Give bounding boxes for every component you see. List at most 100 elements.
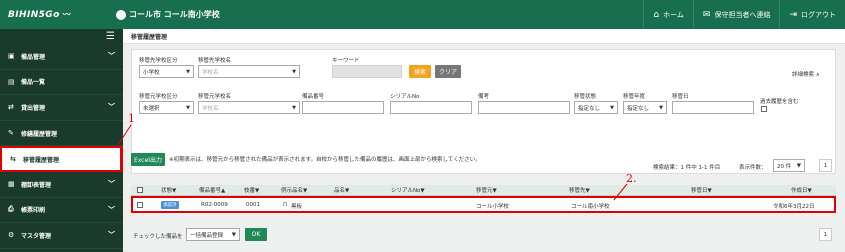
page-1-link-bottom[interactable]: 1 xyxy=(819,228,832,241)
hamburger-icon[interactable]: ☰ xyxy=(106,31,115,42)
logo-wave-icon: 〰 xyxy=(62,10,72,19)
main-content: 移管履歴管理 移管先学校区分 小学校 ▼ 移管先学校名 学校名 ▼ キーワード … xyxy=(123,29,845,252)
clear-button[interactable]: クリア xyxy=(435,65,461,78)
sidebar-item-bihin-ichiran[interactable]: ▤ 備品一覧 xyxy=(0,70,123,96)
sidebar: ☰ ▣ 備品管理 ﹀ ▤ 備品一覧 ⇄ 貸出管理 ﹀ ✎ 修繕履歴管理 ⇆ 移管… xyxy=(0,29,123,252)
brand-logo[interactable]: BIHIN5Go 〰 xyxy=(0,9,116,20)
dest-type-select[interactable]: 小学校 ▼ xyxy=(139,65,194,78)
year-value: 指定なし xyxy=(627,105,650,112)
chevron-down-icon: ﹀ xyxy=(108,205,115,214)
advanced-search-toggle[interactable]: 詳細検索 ∧ xyxy=(792,70,820,78)
year-select[interactable]: 指定なし ▼ xyxy=(623,101,667,114)
sidebar-item-label: 修繕履歴管理 xyxy=(21,130,58,138)
result-count: 検索結果：1 件中 1-1 件目 xyxy=(653,165,721,171)
row-checkbox[interactable] xyxy=(137,202,143,208)
src-type-select[interactable]: 未選択 ▼ xyxy=(139,101,194,114)
src-type-label: 移管元学校区分 xyxy=(139,94,178,100)
select-all-checkbox[interactable] xyxy=(137,187,143,193)
callout-number-1: 1 xyxy=(128,112,135,125)
excel-export-button[interactable]: Excel出力 xyxy=(131,153,165,166)
sidebar-item-tanaoroshi[interactable]: ▦ 棚卸表管理 ﹀ xyxy=(0,172,123,198)
school-emblem-icon xyxy=(116,9,126,20)
school-name: コール市 コール南小学校 xyxy=(116,9,220,20)
keyword-input[interactable] xyxy=(332,65,402,78)
sidebar-toggle[interactable]: ☰ xyxy=(0,29,123,44)
bulk-action-value: 一括備品登録 xyxy=(190,232,224,239)
status-label: 移管状態 xyxy=(574,94,597,100)
col-created[interactable]: 作成日▼ xyxy=(791,186,812,194)
date-label: 移管日 xyxy=(672,94,689,100)
caret-down-icon: ▼ xyxy=(796,162,801,169)
cell-branch: 0001 xyxy=(246,202,260,208)
include-past-label: 過去履歴を含む xyxy=(760,99,799,105)
sidebar-item-label: マスタ管理 xyxy=(21,232,52,240)
cell-created: 令和6年3月22日 xyxy=(773,204,815,210)
dest-type-value: 小学校 xyxy=(143,69,160,76)
col-transfer-date[interactable]: 移管日▼ xyxy=(691,186,712,194)
include-past-checkbox[interactable] xyxy=(761,106,767,112)
checked-items-label: チェックした備品を xyxy=(133,234,183,240)
chevron-down-icon: ﹀ xyxy=(108,52,115,61)
note-input[interactable] xyxy=(478,101,570,114)
cell-item-no: R02-0009 xyxy=(201,202,228,208)
per-page-select[interactable]: 20 件 ▼ xyxy=(773,159,805,172)
col-item-no[interactable]: 備品番号▲ xyxy=(199,186,225,194)
src-school-select[interactable]: 学校名 ▼ xyxy=(198,101,300,114)
keyword-label: キーワード xyxy=(332,58,360,64)
table-header: 状態▼ 備品番号▲ 枝番▼ 例示品名▼ 品名▼ シリアルNo▼ 移管元▼ 移管先… xyxy=(131,185,836,196)
col-example-name[interactable]: 例示品名▼ xyxy=(281,186,307,194)
dest-school-select[interactable]: 学校名 ▼ xyxy=(198,65,300,78)
sidebar-item-chouhyou[interactable]: ⎙ 帳票印刷 ﹀ xyxy=(0,198,123,224)
sidebar-item-bihin-kanri[interactable]: ▣ 備品管理 ﹀ xyxy=(0,44,123,70)
logout-label: ログアウト xyxy=(801,10,836,19)
col-name[interactable]: 品名▼ xyxy=(334,186,349,194)
dest-school-label: 移管先学校名 xyxy=(198,58,232,64)
col-serial[interactable]: シリアルNo▼ xyxy=(391,186,425,194)
caret-down-icon: ▼ xyxy=(231,231,236,238)
search-button[interactable]: 検索 xyxy=(409,65,431,78)
sidebar-item-master[interactable]: ⚙ マスタ管理 ﹀ xyxy=(0,223,123,249)
home-icon: ⌂ xyxy=(653,9,660,20)
page-title-bar: 移管履歴管理 xyxy=(123,29,845,44)
col-dest[interactable]: 移管先▼ xyxy=(569,186,590,194)
page-1-link[interactable]: 1 xyxy=(819,159,832,172)
logout-button[interactable]: ⇥ ログアウト xyxy=(779,0,845,29)
ok-button[interactable]: OK xyxy=(245,228,267,241)
status-select[interactable]: 指定なし ▼ xyxy=(574,101,618,114)
caret-down-icon: ▼ xyxy=(610,104,614,111)
col-status[interactable]: 状態▼ xyxy=(161,186,176,194)
serial-input[interactable] xyxy=(390,101,472,114)
src-type-value: 未選択 xyxy=(143,105,160,112)
sidebar-item-kashidashi[interactable]: ⇄ 貸出管理 ﹀ xyxy=(0,95,123,121)
sidebar-item-ikan[interactable]: ⇆ 移管履歴管理 xyxy=(0,146,123,172)
sidebar-item-label: 帳票印刷 xyxy=(21,207,46,215)
col-branch[interactable]: 枝番▼ xyxy=(244,186,259,194)
year-label: 移管年度 xyxy=(623,94,646,100)
col-src[interactable]: 移管元▼ xyxy=(476,186,497,194)
callout-number-2: 2. xyxy=(626,172,637,185)
logout-icon: ⇥ xyxy=(789,9,797,20)
caret-down-icon: ▼ xyxy=(186,104,190,111)
chevron-down-icon: ﹀ xyxy=(108,103,115,112)
src-school-label: 移管元学校名 xyxy=(198,94,232,100)
caret-down-icon: ▼ xyxy=(186,68,190,75)
caret-down-icon: ▼ xyxy=(292,104,296,111)
dest-type-label: 移管先学校区分 xyxy=(139,58,178,64)
box-icon: ▣ xyxy=(8,52,15,61)
home-button[interactable]: ⌂ ホーム xyxy=(643,0,693,29)
date-input[interactable] xyxy=(672,101,754,114)
clipboard-icon: ▦ xyxy=(8,180,15,189)
serial-label: シリアルNo xyxy=(390,94,420,100)
chevron-down-icon: ﹀ xyxy=(108,180,115,189)
contact-maintenance-button[interactable]: ✉ 保守担当者へ連絡 xyxy=(692,0,780,29)
per-page-label: 表示件数： xyxy=(739,165,767,171)
exchange-icon: ⇄ xyxy=(8,103,14,112)
status-badge: 承認済 xyxy=(161,201,179,209)
bulk-action-select[interactable]: 一括備品登録 ▼ xyxy=(186,228,240,241)
sidebar-item-label: 備品管理 xyxy=(21,53,46,61)
item-no-input[interactable] xyxy=(302,101,384,114)
table-row[interactable]: 承認済 R02-0009 0001 ⊓ 黒板 コール小学校 コール南小学校 令和… xyxy=(131,196,836,213)
cell-example-name: 黒板 xyxy=(291,204,303,210)
gear-icon: ⚙ xyxy=(8,231,15,240)
sidebar-item-shuzen[interactable]: ✎ 修繕履歴管理 xyxy=(0,121,123,147)
